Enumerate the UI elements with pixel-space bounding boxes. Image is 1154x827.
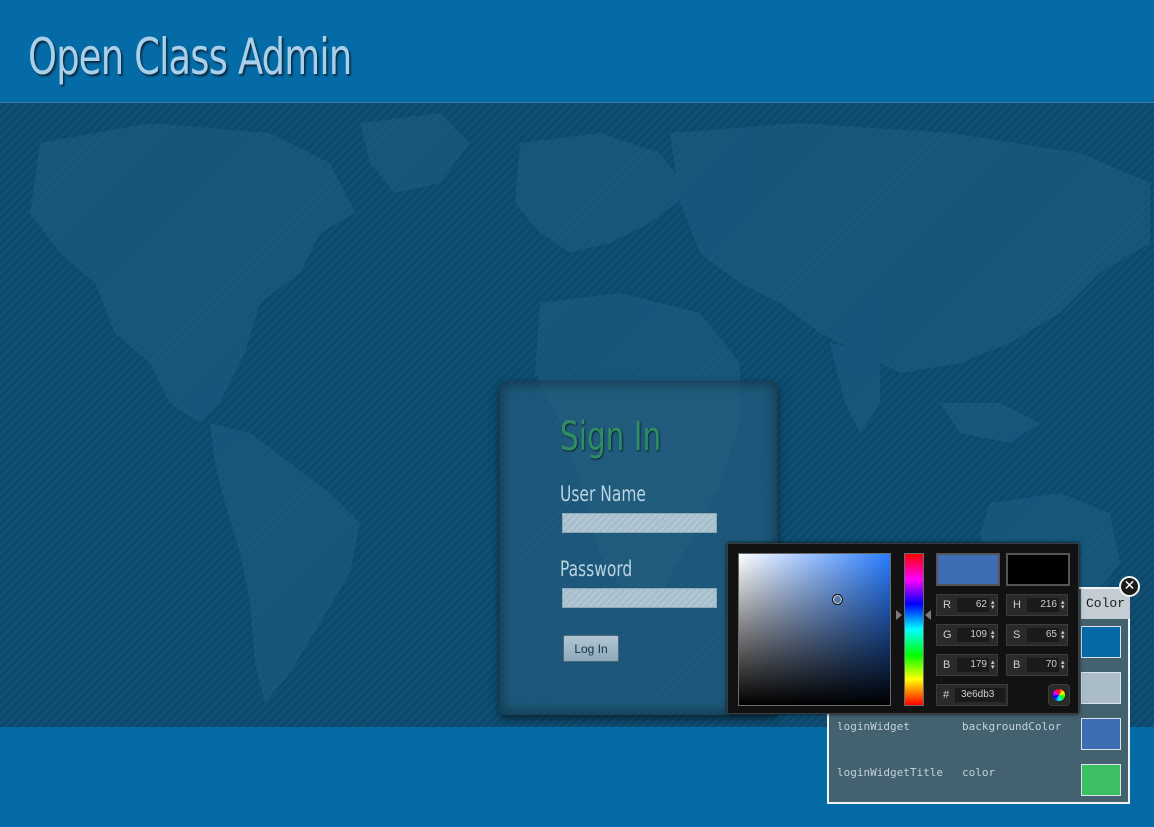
brightness-field: B 70 ▴ ▾ bbox=[1006, 654, 1068, 676]
password-label: Password bbox=[560, 557, 633, 581]
saturation-field: S 65 ▴ ▾ bbox=[1006, 624, 1068, 646]
blue-value-input[interactable]: 179 bbox=[957, 658, 989, 672]
hue-value-input[interactable]: 216 bbox=[1027, 598, 1059, 612]
spinner-icon[interactable]: ▴ ▾ bbox=[1061, 629, 1065, 641]
green-value-input[interactable]: 109 bbox=[957, 628, 989, 642]
hue-arrow-left-icon bbox=[925, 610, 931, 620]
hex-value-input[interactable]: 3e6db3 bbox=[955, 688, 1005, 702]
site-title: Open Class Admin bbox=[28, 28, 352, 86]
page-header: Open Class Admin bbox=[0, 0, 1154, 102]
style-row-property: color bbox=[962, 766, 996, 779]
color-wheel-swatch bbox=[1053, 689, 1065, 701]
spinner-icon[interactable]: ▴ ▾ bbox=[991, 629, 995, 641]
red-label: R bbox=[943, 599, 951, 611]
blue-field: B 179 ▴ ▾ bbox=[936, 654, 998, 676]
brightness-label: B bbox=[1013, 659, 1021, 671]
green-label: G bbox=[943, 629, 952, 641]
color-wheel-icon[interactable] bbox=[1048, 684, 1070, 706]
color-swatch[interactable] bbox=[1081, 626, 1121, 658]
saturation-brightness-field[interactable] bbox=[738, 553, 891, 706]
style-row-element: loginWidget bbox=[837, 720, 910, 733]
spinner-icon[interactable]: ▴ ▾ bbox=[991, 659, 995, 671]
current-color-preview[interactable] bbox=[1006, 553, 1070, 586]
log-in-button[interactable]: Log In bbox=[563, 635, 619, 662]
red-value-input[interactable]: 62 bbox=[957, 598, 989, 612]
blue-label: B bbox=[943, 659, 951, 671]
new-color-preview bbox=[936, 553, 1000, 586]
hue-arrow-right-icon bbox=[896, 610, 902, 620]
saturation-label: S bbox=[1013, 629, 1021, 641]
style-row-element: loginWidgetTitle bbox=[837, 766, 943, 779]
username-label: User Name bbox=[560, 482, 646, 506]
brightness-value-input[interactable]: 70 bbox=[1027, 658, 1059, 672]
hex-label: # bbox=[943, 689, 950, 701]
color-swatch[interactable] bbox=[1081, 718, 1121, 750]
green-field: G 109 ▴ ▾ bbox=[936, 624, 998, 646]
close-icon[interactable]: ✕ bbox=[1119, 576, 1140, 597]
hue-label: H bbox=[1013, 599, 1021, 611]
hue-field: H 216 ▴ ▾ bbox=[1006, 594, 1068, 616]
color-swatch[interactable] bbox=[1081, 672, 1121, 704]
red-field: R 62 ▴ ▾ bbox=[936, 594, 998, 616]
style-row-property: backgroundColor bbox=[962, 720, 1062, 733]
hex-field: # 3e6db3 bbox=[936, 684, 1008, 706]
sign-in-title: Sign In bbox=[560, 414, 662, 460]
username-input[interactable] bbox=[562, 513, 717, 533]
password-input[interactable] bbox=[562, 588, 717, 608]
spinner-icon[interactable]: ▴ ▾ bbox=[1061, 599, 1065, 611]
saturation-value-input[interactable]: 65 bbox=[1027, 628, 1059, 642]
color-picker: R 62 ▴ ▾ G 109 ▴ ▾ B 179 ▴ ▾ H 216 ▴ ▾ S 65 … bbox=[727, 543, 1079, 714]
color-swatch[interactable] bbox=[1081, 764, 1121, 796]
spinner-icon[interactable]: ▴ ▾ bbox=[991, 599, 995, 611]
spinner-icon[interactable]: ▴ ▾ bbox=[1061, 659, 1065, 671]
picker-cursor-icon[interactable] bbox=[832, 594, 843, 605]
hue-slider[interactable] bbox=[904, 553, 924, 706]
